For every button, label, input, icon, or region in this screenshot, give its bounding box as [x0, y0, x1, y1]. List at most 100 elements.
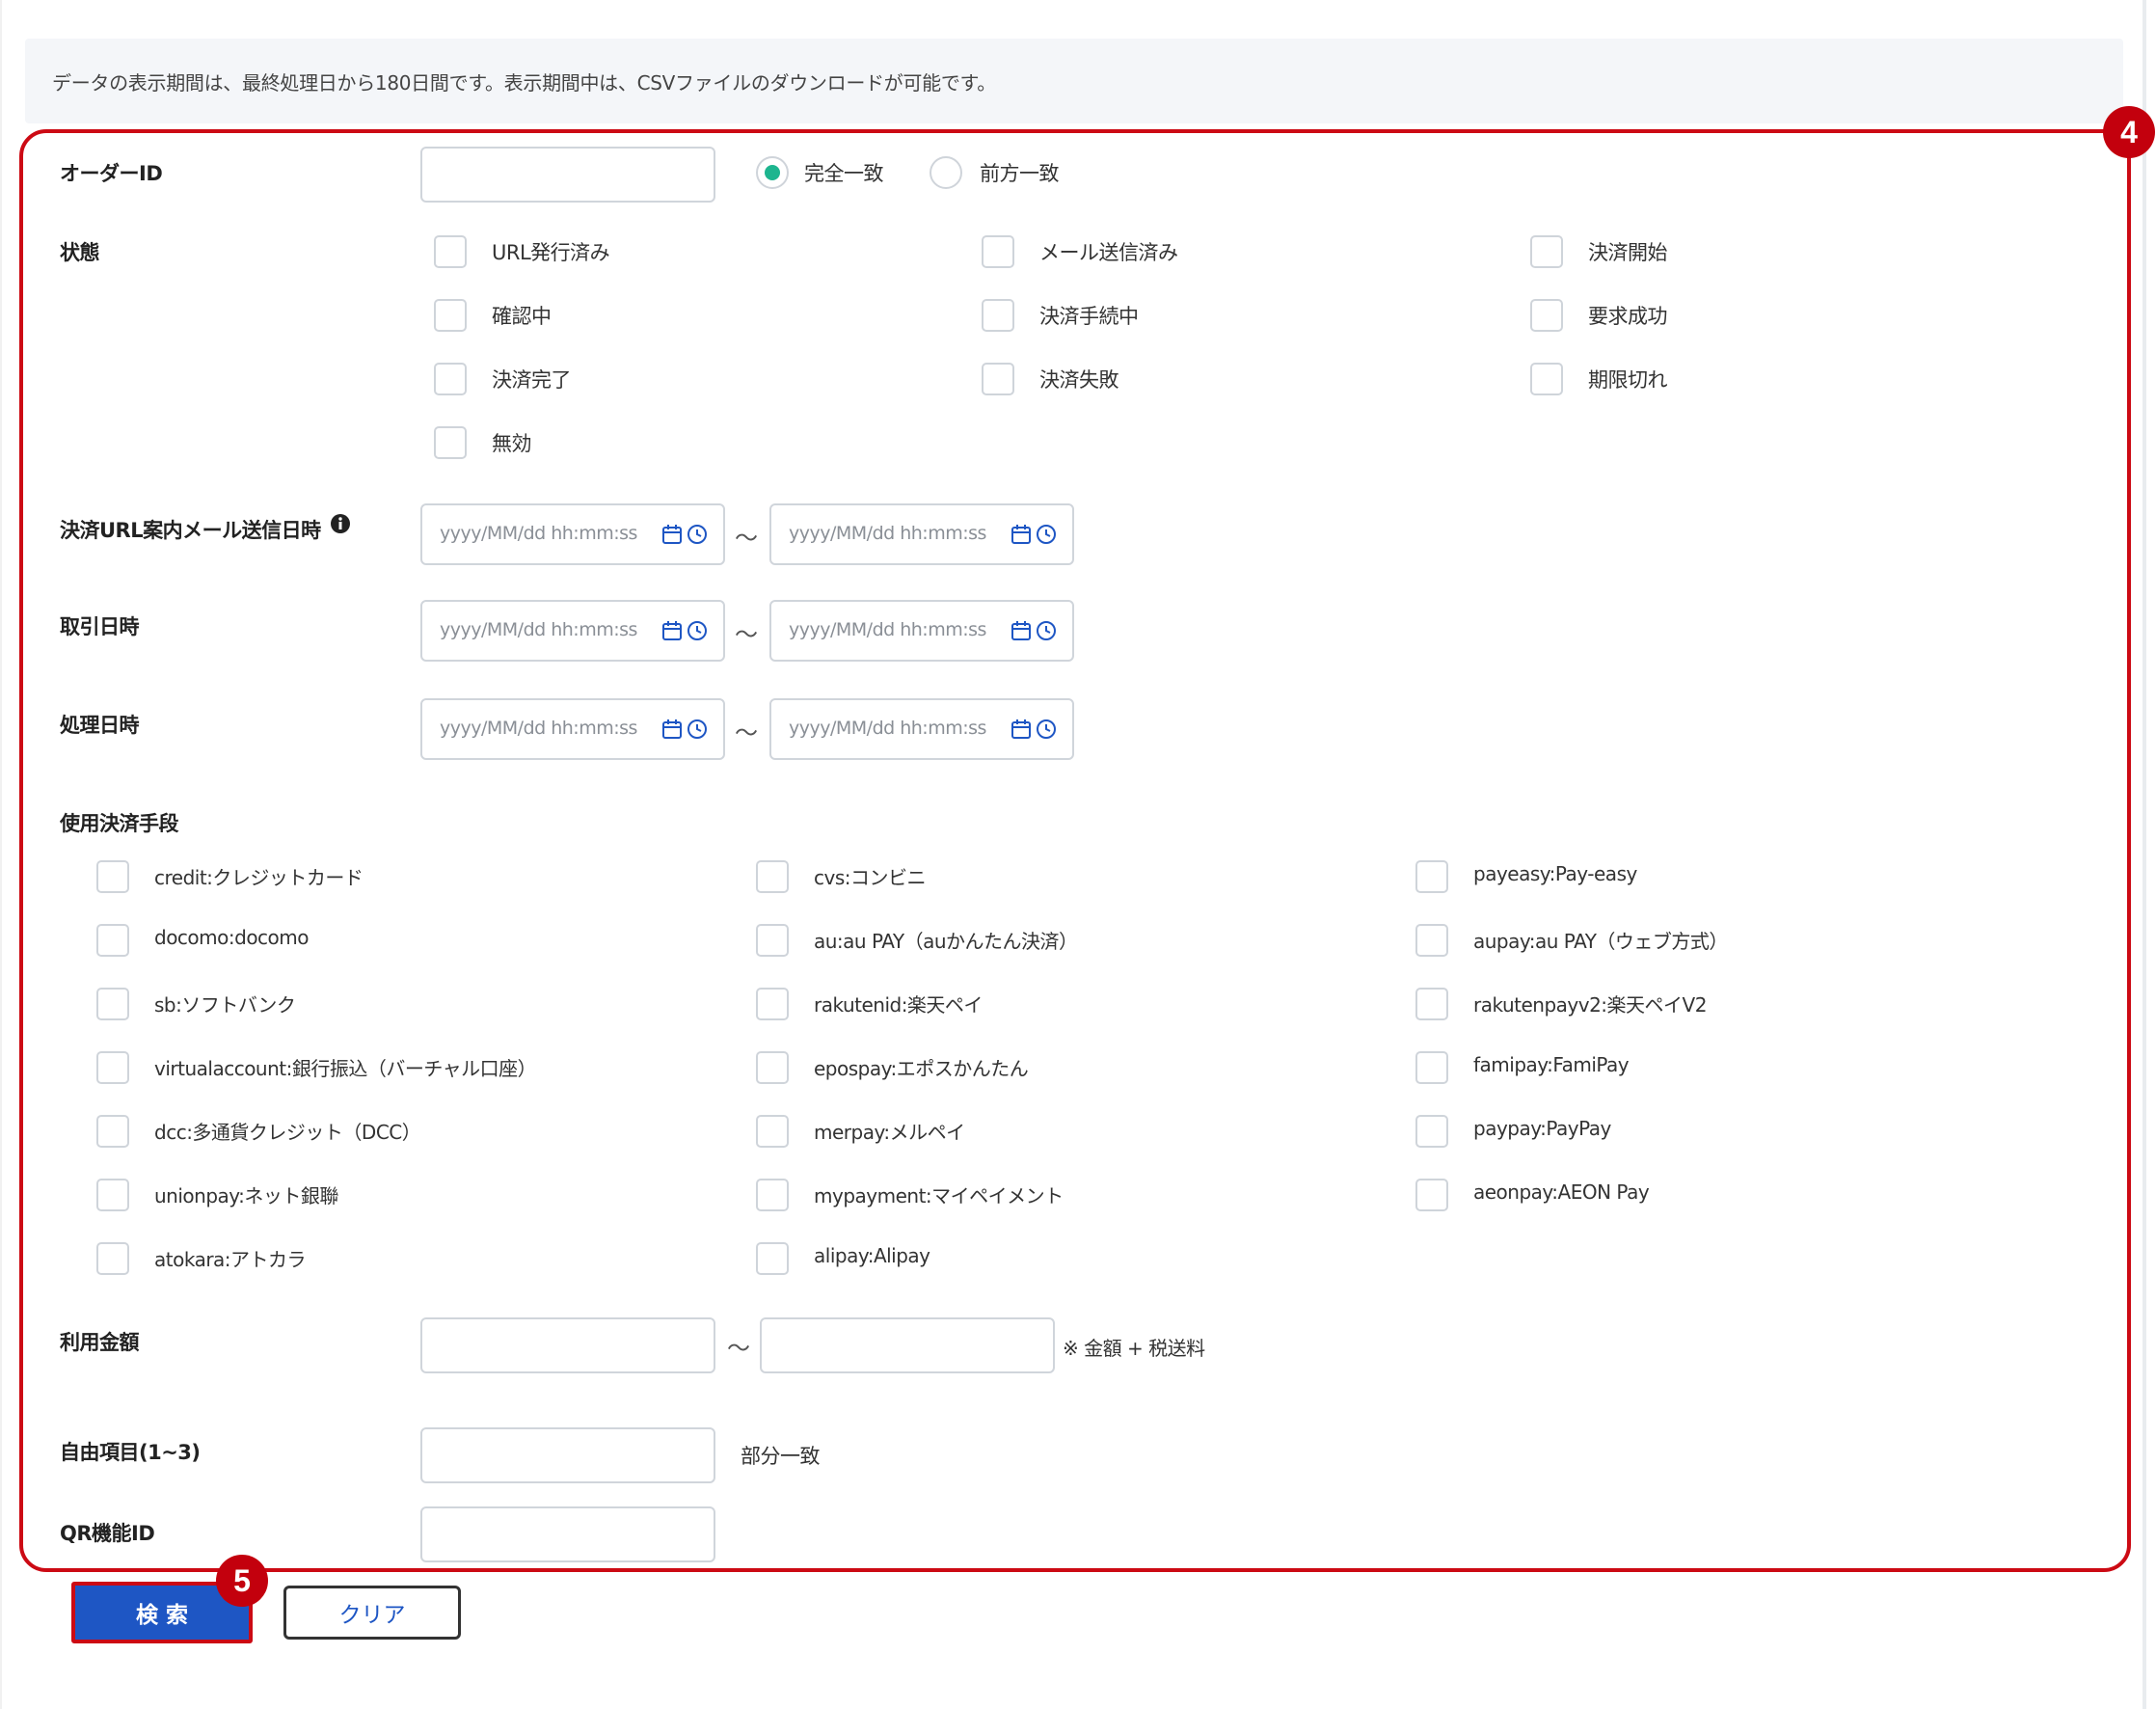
status-label: 状態	[60, 241, 100, 264]
payment-method-label: atokara:アトカラ	[154, 1248, 307, 1271]
amount-label: 利用金額	[60, 1331, 140, 1354]
status-checkbox[interactable]	[982, 299, 1014, 332]
payment-methods-label: 使用決済手段	[60, 812, 179, 835]
payment-method-checkbox[interactable]	[96, 924, 129, 957]
payment-method-checkbox[interactable]	[1415, 988, 1448, 1020]
payment-method-checkbox[interactable]	[96, 1051, 129, 1084]
free-items-label: 自由項目(1~3)	[60, 1441, 201, 1464]
order-id-input[interactable]	[420, 147, 715, 203]
datetime-placeholder: yyyy/MM/dd hh:mm:ss	[789, 523, 986, 544]
clear-button[interactable]: クリア	[283, 1586, 461, 1640]
payment-method-label: sb:ソフトバンク	[154, 993, 296, 1017]
status-checkbox[interactable]	[1530, 363, 1563, 395]
annotation-marker-4: 4	[2103, 106, 2155, 158]
status-checkbox[interactable]	[1530, 235, 1563, 268]
payment-method-checkbox[interactable]	[756, 1115, 789, 1148]
match-exact-label: 完全一致	[804, 162, 884, 185]
annotation-marker-5: 5	[216, 1555, 268, 1607]
payment-method-checkbox[interactable]	[756, 1179, 789, 1211]
calendar-icon[interactable]	[661, 620, 683, 641]
datetime-placeholder: yyyy/MM/dd hh:mm:ss	[440, 718, 637, 739]
match-prefix-label: 前方一致	[980, 162, 1060, 185]
status-checkbox[interactable]	[982, 235, 1014, 268]
payment-method-checkbox[interactable]	[96, 1179, 129, 1211]
payment-method-checkbox[interactable]	[756, 924, 789, 957]
payment-method-label: dcc:多通貨クレジット（DCC）	[154, 1121, 421, 1144]
payment-method-label: credit:クレジットカード	[154, 866, 364, 889]
calendar-icon[interactable]	[661, 719, 683, 740]
status-checkbox[interactable]	[1530, 299, 1563, 332]
payment-method-label: rakutenpayv2:楽天ペイV2	[1473, 993, 1707, 1017]
amount-note: ※ 金額 + 税送料	[1063, 1337, 1205, 1360]
calendar-icon[interactable]	[1011, 524, 1032, 545]
payment-method-checkbox[interactable]	[96, 860, 129, 893]
status-option-label: 決済完了	[492, 368, 572, 392]
mail-sent-datetime-label: 決済URL案内メール送信日時	[60, 519, 321, 542]
order-id-label: オーダーID	[60, 162, 163, 185]
clock-icon[interactable]	[1036, 620, 1057, 641]
page-edge-left	[0, 0, 2, 1709]
payment-method-checkbox[interactable]	[756, 860, 789, 893]
payment-method-label: virtualaccount:銀行振込（バーチャル口座）	[154, 1057, 537, 1080]
datetime-to-input[interactable]: yyyy/MM/dd hh:mm:ss	[769, 503, 1074, 565]
clock-icon[interactable]	[687, 524, 708, 545]
qr-id-input[interactable]	[420, 1506, 715, 1562]
status-checkbox[interactable]	[434, 299, 467, 332]
amount-to-input[interactable]	[760, 1317, 1055, 1373]
payment-method-checkbox[interactable]	[96, 1115, 129, 1148]
payment-method-label: docomo:docomo	[154, 926, 310, 949]
status-checkbox[interactable]	[982, 363, 1014, 395]
datetime-placeholder: yyyy/MM/dd hh:mm:ss	[789, 619, 986, 640]
status-checkbox[interactable]	[434, 363, 467, 395]
payment-method-checkbox[interactable]	[1415, 1115, 1448, 1148]
payment-method-label: epospay:エポスかんたん	[814, 1057, 1029, 1080]
datetime-from-input[interactable]: yyyy/MM/dd hh:mm:ss	[420, 600, 725, 662]
match-prefix-radio[interactable]	[930, 156, 962, 189]
calendar-icon[interactable]	[1011, 719, 1032, 740]
payment-method-checkbox[interactable]	[756, 988, 789, 1020]
datetime-from-input[interactable]: yyyy/MM/dd hh:mm:ss	[420, 698, 725, 760]
status-option-label: 決済手続中	[1039, 305, 1139, 328]
datetime-placeholder: yyyy/MM/dd hh:mm:ss	[789, 718, 986, 739]
match-exact-radio[interactable]	[756, 156, 789, 189]
payment-method-label: famipay:FamiPay	[1473, 1053, 1630, 1076]
retention-notice: データの表示期間は、最終処理日から180日間です。表示期間中は、CSVファイルの…	[25, 39, 2123, 123]
status-checkbox[interactable]	[434, 426, 467, 459]
status-option-label: 決済失敗	[1039, 368, 1119, 392]
payment-method-label: payeasy:Pay-easy	[1473, 862, 1637, 885]
status-option-label: 要求成功	[1588, 305, 1668, 328]
status-checkbox[interactable]	[434, 235, 467, 268]
payment-method-checkbox[interactable]	[1415, 924, 1448, 957]
datetime-to-input[interactable]: yyyy/MM/dd hh:mm:ss	[769, 698, 1074, 760]
payment-method-checkbox[interactable]	[756, 1051, 789, 1084]
page-edge-right	[2143, 0, 2146, 1709]
calendar-icon[interactable]	[1011, 620, 1032, 641]
clock-icon[interactable]	[1036, 524, 1057, 545]
status-option-label: メール送信済み	[1039, 241, 1178, 264]
payment-method-checkbox[interactable]	[1415, 1179, 1448, 1211]
payment-method-checkbox[interactable]	[756, 1242, 789, 1275]
payment-method-checkbox[interactable]	[96, 1242, 129, 1275]
free-items-note: 部分一致	[741, 1445, 821, 1468]
payment-method-label: aeonpay:AEON Pay	[1473, 1180, 1650, 1204]
clock-icon[interactable]	[1036, 719, 1057, 740]
clock-icon[interactable]	[687, 719, 708, 740]
payment-method-checkbox[interactable]	[96, 988, 129, 1020]
info-icon[interactable]	[330, 513, 351, 534]
status-option-label: 確認中	[492, 305, 552, 328]
datetime-placeholder: yyyy/MM/dd hh:mm:ss	[440, 523, 637, 544]
datetime-range-separator: ～	[735, 719, 758, 746]
payment-method-checkbox[interactable]	[1415, 1051, 1448, 1084]
datetime-to-input[interactable]: yyyy/MM/dd hh:mm:ss	[769, 600, 1074, 662]
calendar-icon[interactable]	[661, 524, 683, 545]
status-option-label: 期限切れ	[1588, 368, 1668, 392]
datetime-placeholder: yyyy/MM/dd hh:mm:ss	[440, 619, 637, 640]
status-option-label: URL発行済み	[492, 241, 610, 264]
free-items-input[interactable]	[420, 1427, 715, 1483]
status-option-label: 無効	[492, 432, 532, 455]
payment-method-label: rakutenid:楽天ペイ	[814, 993, 983, 1017]
datetime-from-input[interactable]: yyyy/MM/dd hh:mm:ss	[420, 503, 725, 565]
amount-from-input[interactable]	[420, 1317, 715, 1373]
payment-method-checkbox[interactable]	[1415, 860, 1448, 893]
clock-icon[interactable]	[687, 620, 708, 641]
